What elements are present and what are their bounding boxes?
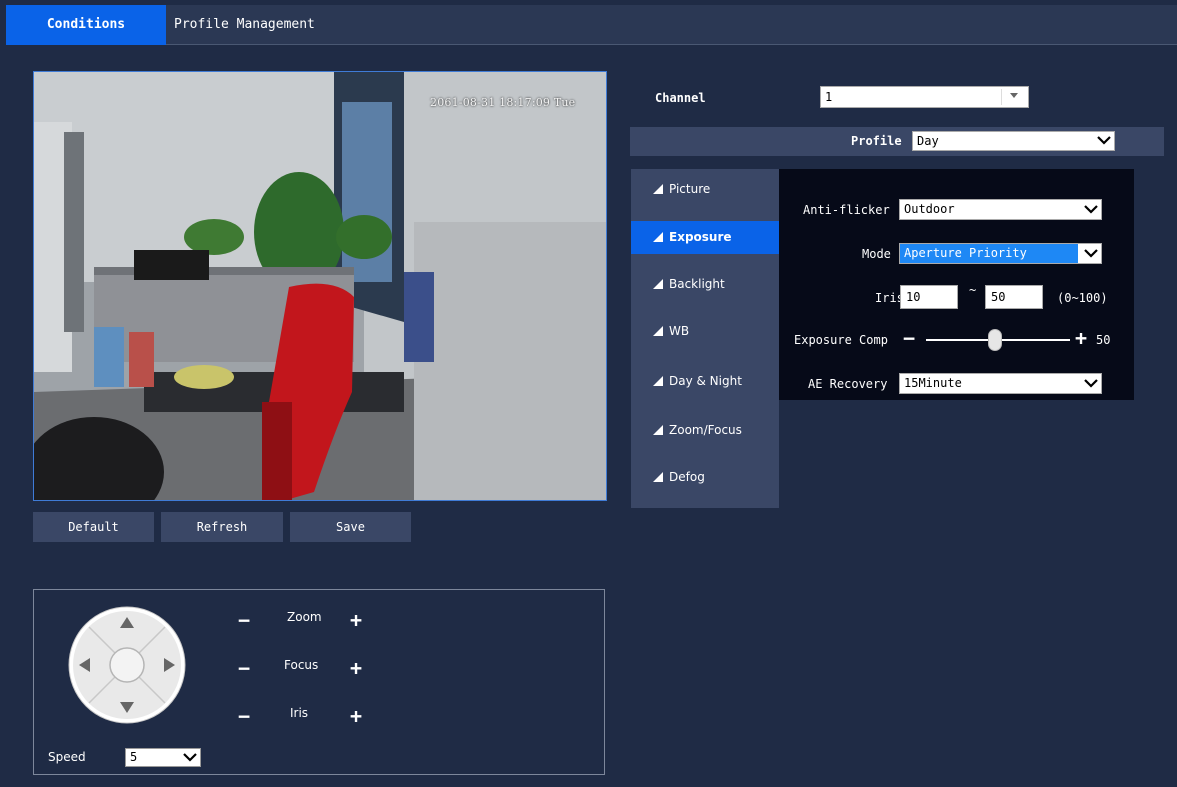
menu-item-label: Picture [669,182,711,196]
zoom-in-button[interactable]: + [347,610,365,630]
direction-pad[interactable] [67,605,187,725]
channel-select[interactable]: 1 [820,86,1029,108]
exposure-comp-label: Exposure Comp [794,333,888,347]
ae-recovery-value: 15Minute [904,376,962,390]
chevron-down-icon [1084,249,1098,258]
chevron-down-icon [1097,136,1111,145]
speed-value: 5 [130,750,138,764]
iris-label: Iris [290,706,309,720]
menu-item-label: WB [669,324,690,338]
profile-select[interactable]: Day [912,131,1115,151]
anti-flicker-label: Anti-flicker [803,203,890,217]
ae-recovery-label: AE Recovery [808,377,888,391]
chevron-down-icon [1084,205,1098,214]
triangle-icon [653,472,663,482]
mode-label: Mode [862,247,891,261]
exposure-comp-increase-button[interactable]: + [1075,326,1087,350]
menu-item-label: Day & Night [669,374,742,388]
iris-max-input[interactable]: 50 [985,285,1043,309]
menu-item-exposure[interactable]: Exposure [631,221,779,254]
triangle-icon [653,425,663,435]
iris-range-separator: ~ [969,283,977,297]
refresh-button[interactable]: Refresh [161,512,283,542]
profile-label: Profile [851,134,902,148]
chevron-down-icon [183,753,197,762]
tab-conditions-label: Conditions [46,17,126,32]
exposure-comp-slider-thumb[interactable] [988,329,1002,351]
video-timestamp-overlay: 2061-08-31 18:17:09 Tue [430,96,576,109]
focus-in-button[interactable]: + [347,658,365,678]
tab-profile-management[interactable]: Profile Management [174,5,344,45]
triangle-icon [653,279,663,289]
menu-item-zoom-focus[interactable]: Zoom/Focus [631,414,779,447]
menu-item-backlight[interactable]: Backlight [631,268,779,301]
anti-flicker-value: Outdoor [904,202,955,216]
menu-item-label: Backlight [669,277,725,291]
speed-label: Speed [48,750,86,764]
speed-select[interactable]: 5 [125,748,201,767]
settings-menu: Picture Exposure Backlight WB Day & Nigh… [631,169,779,508]
focus-out-button[interactable]: − [235,658,253,678]
menu-item-picture[interactable]: Picture [631,173,779,206]
zoom-out-button[interactable]: − [235,610,253,630]
zoom-label: Zoom [287,610,322,624]
channel-label: Channel [655,91,706,105]
triangle-icon [653,232,663,242]
iris-close-button[interactable]: − [235,706,253,726]
focus-label: Focus [284,658,319,672]
top-tab-bar: Conditions Profile Management [6,5,1177,45]
camera-scene-image [34,72,606,500]
iris-open-button[interactable]: + [347,706,365,726]
mode-select[interactable]: Aperture Priority [899,243,1102,264]
ae-recovery-select[interactable]: 15Minute [899,373,1102,394]
default-button[interactable]: Default [33,512,154,542]
menu-item-label: Zoom/Focus [669,423,742,437]
ptz-control-panel: − Zoom + − Focus + − Iris + Speed 5 [33,589,605,775]
chevron-down-icon [1084,379,1098,388]
menu-item-wb[interactable]: WB [631,315,779,348]
triangle-icon [653,326,663,336]
iris-min-input[interactable]: 10 [900,285,958,309]
exposure-comp-value: 50 [1096,333,1111,347]
video-preview[interactable]: 2061-08-31 18:17:09 Tue [33,71,607,501]
save-button[interactable]: Save [290,512,411,542]
triangle-icon [653,184,663,194]
tab-profile-management-label: Profile Management [174,17,315,32]
menu-item-label: Defog [669,470,705,484]
profile-value: Day [917,134,939,148]
caret-down-icon [1010,93,1018,98]
exposure-comp-decrease-button[interactable]: − [903,326,915,350]
iris-range-hint: (0~100) [1057,291,1108,305]
menu-item-defog[interactable]: Defog [631,461,779,494]
mode-value: Aperture Priority [900,244,1078,263]
menu-item-label: Exposure [669,230,732,244]
menu-item-day-night[interactable]: Day & Night [631,365,779,398]
select-divider [1001,89,1002,105]
tab-conditions[interactable]: Conditions [6,5,166,45]
anti-flicker-select[interactable]: Outdoor [899,199,1102,220]
channel-value: 1 [825,90,833,104]
triangle-icon [653,376,663,386]
